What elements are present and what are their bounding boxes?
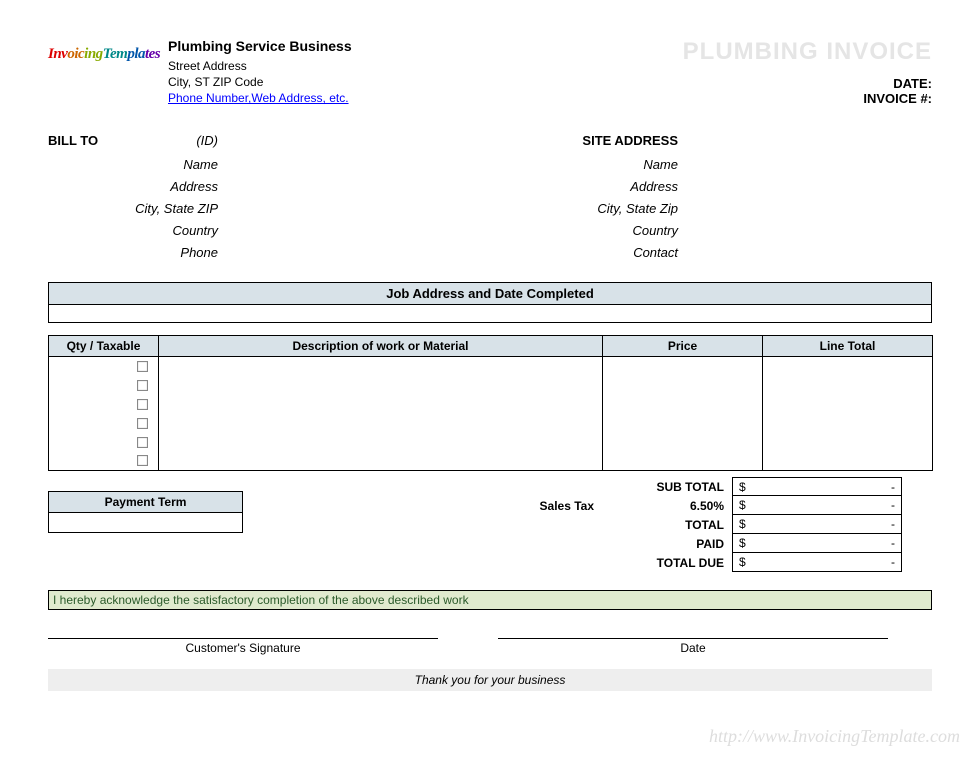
date-label: DATE: [732, 76, 932, 91]
site-name: Name [508, 154, 678, 176]
job-section-header: Job Address and Date Completed [48, 282, 932, 305]
table-row [49, 376, 933, 395]
logo: InvoicingTemplates [48, 38, 168, 63]
site-contact: Contact [508, 242, 678, 264]
table-row [49, 452, 933, 471]
col-qty-header: Qty / Taxable [49, 336, 159, 357]
billto-heading: BILL TO [48, 133, 98, 148]
site-heading: SITE ADDRESS [582, 133, 678, 148]
taxable-checkbox[interactable] [137, 361, 148, 372]
total-value: $- [732, 515, 902, 534]
site-citystzip: City, State Zip [508, 198, 678, 220]
billto-address: Address [48, 176, 218, 198]
taxable-checkbox[interactable] [137, 399, 148, 410]
due-label: TOTAL DUE [602, 556, 732, 570]
job-section-body [48, 305, 932, 323]
site-country: Country [508, 220, 678, 242]
paid-value: $- [732, 534, 902, 553]
billto-name: Name [48, 154, 218, 176]
table-row [49, 357, 933, 376]
taxable-checkbox[interactable] [137, 437, 148, 448]
document-title: PLUMBING INVOICE [683, 38, 932, 66]
table-row [49, 433, 933, 452]
date-signature-label: Date [498, 641, 888, 655]
table-row [49, 395, 933, 414]
tax-rate: 6.50% [602, 499, 732, 513]
taxable-checkbox[interactable] [137, 380, 148, 391]
total-label: TOTAL [602, 518, 732, 532]
site-address: Address [508, 176, 678, 198]
billto-phone: Phone [48, 242, 218, 264]
customer-signature-label: Customer's Signature [48, 641, 438, 655]
col-total-header: Line Total [763, 336, 933, 357]
subtotal-label: SUB TOTAL [602, 480, 732, 494]
business-citystzip: City, ST ZIP Code [168, 74, 468, 90]
table-row [49, 414, 933, 433]
business-name: Plumbing Service Business [168, 38, 468, 54]
payment-term-value [48, 513, 243, 533]
subtotal-value: $- [732, 477, 902, 496]
items-table: Qty / Taxable Description of work or Mat… [48, 335, 933, 471]
tax-value: $- [732, 496, 902, 515]
business-street: Street Address [168, 58, 468, 74]
col-price-header: Price [603, 336, 763, 357]
taxable-checkbox[interactable] [137, 418, 148, 429]
due-value: $- [732, 553, 902, 572]
payment-term-header: Payment Term [48, 491, 243, 513]
thank-you-bar: Thank you for your business [48, 669, 932, 691]
billto-country: Country [48, 220, 218, 242]
invoice-number-label: INVOICE #: [732, 91, 932, 106]
salestax-label: Sales Tax [452, 499, 602, 513]
col-desc-header: Description of work or Material [159, 336, 603, 357]
business-contact-link[interactable]: Phone Number,Web Address, etc. [168, 91, 349, 105]
acknowledgement-text: I hereby acknowledge the satisfactory co… [48, 590, 932, 610]
billto-id-label: (ID) [196, 133, 218, 148]
customer-signature-line [48, 638, 438, 639]
taxable-checkbox[interactable] [137, 455, 148, 466]
date-signature-line [498, 638, 888, 639]
watermark: http://www.InvoicingTemplate.com [709, 726, 960, 747]
paid-label: PAID [602, 537, 732, 551]
billto-citystzip: City, State ZIP [48, 198, 218, 220]
